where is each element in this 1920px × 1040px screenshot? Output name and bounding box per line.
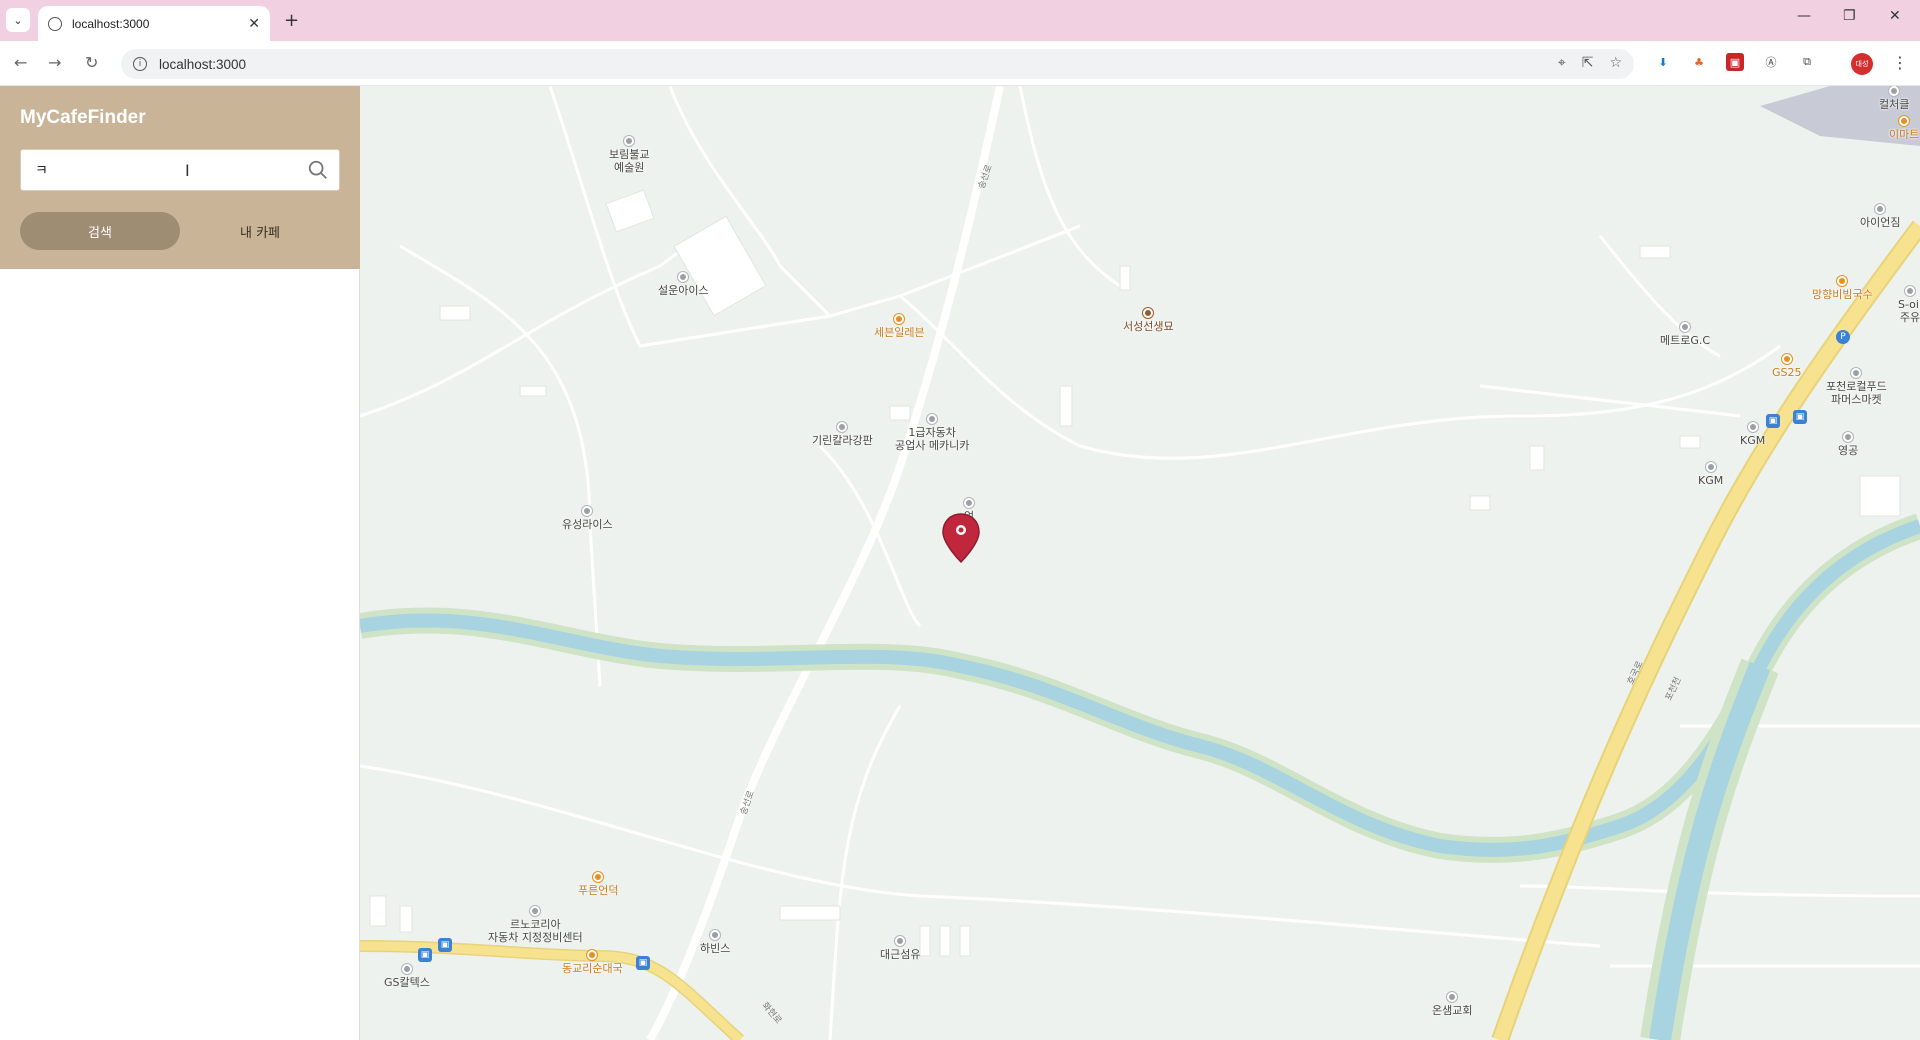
poi-marker[interactable]: GS칼텍스 [384,964,430,989]
poi-marker[interactable]: 세븐일레븐 [874,314,925,339]
poi-marker[interactable]: 동교리순대국 [562,950,623,975]
text-cursor-icon: I [185,161,190,180]
place-icon [1875,204,1886,214]
church-icon [1447,992,1458,1002]
url-text: localhost:3000 [159,56,247,72]
bookmark-star-icon[interactable]: ☆ [1609,55,1622,71]
minimize-button[interactable]: — [1797,8,1811,24]
forward-icon[interactable]: → [48,53,61,72]
menu-kebab-icon[interactable]: ⋮ [1892,53,1908,72]
poi-marker[interactable]: 기린칼라강판 [812,422,873,447]
poi-marker[interactable]: 서성선생묘 [1123,308,1174,333]
place-icon [678,272,689,282]
sidebar-header: MyCafeFinder I 검색 내 카페 [0,86,360,269]
poi-marker[interactable]: KGM [1740,422,1765,447]
poi-marker[interactable]: 푸른언덕 [578,872,618,897]
tab-search-button[interactable]: ⌄ [6,8,30,32]
landmark-icon [1143,308,1154,318]
extension-icon-2[interactable]: ▣ [1726,53,1744,71]
search-field[interactable] [20,149,340,191]
store-icon [587,950,598,960]
poi-marker[interactable]: 1급자동차 공업사 메카니카 [895,414,969,452]
address-bar[interactable]: i localhost:3000 ⌖ ⇱ ☆ [121,49,1634,79]
location-icon[interactable]: ⌖ [1558,55,1566,71]
place-icon [927,414,938,424]
store-icon [1781,354,1792,364]
bus-stop-icon[interactable]: ▣ [636,956,650,970]
bus-stop-icon[interactable]: ▣ [438,938,452,952]
profile-avatar[interactable]: 대성 [1851,53,1873,75]
poi-marker[interactable]: 보림불교 예술원 [609,136,649,174]
download-icon[interactable]: ⬇ [1654,53,1672,71]
place-icon [582,506,593,516]
poi-marker[interactable]: 르노코리아 자동차 지정정비센터 [488,906,583,944]
translate-icon[interactable]: Ⓐ [1762,53,1780,71]
place-icon [1851,368,1862,378]
bus-stop-icon[interactable]: ▣ [1793,410,1807,424]
place-icon [837,422,848,432]
poi-marker[interactable]: 망향비빔국수 [1812,276,1873,301]
tab-close-icon[interactable]: ✕ [248,16,260,32]
place-icon [1889,86,1900,96]
place-icon [624,136,635,146]
poi-marker[interactable]: GS25 [1772,354,1802,379]
sidebar: MyCafeFinder I 검색 내 카페 [0,86,360,1040]
poi-marker[interactable]: 하빈스 [700,930,730,955]
place-icon [1680,322,1691,332]
puzzle-icon[interactable]: ⧉ [1798,53,1816,71]
browser-toolbar: ← → ↻ i localhost:3000 ⌖ ⇱ ☆ ⬇ ♣ ▣ Ⓐ ⧉ ⋮ [0,41,1920,86]
poi-marker[interactable]: 설운아이스 [658,272,709,297]
extension-icon[interactable]: ♣ [1690,53,1708,71]
place-icon [964,498,975,508]
poi-marker[interactable]: 컬처클 [1879,86,1909,111]
place-icon [895,936,906,946]
search-button[interactable]: 검색 [20,212,180,250]
poi-marker[interactable]: 대근섬유 [880,936,920,961]
poi-marker[interactable]: 이마트 [1889,116,1919,141]
car-repair-icon [530,906,541,916]
browser-tab-strip: ⌄ localhost:3000 ✕ + — ❐ ✕ [0,0,1920,41]
poi-marker[interactable]: S-oil 주유 [1898,286,1920,324]
new-tab-button[interactable]: + [284,10,299,31]
place-icon [1843,432,1854,442]
store-icon [894,314,905,324]
bus-stop-icon[interactable]: ▣ [1766,414,1780,428]
poi-marker[interactable]: 아이언짐 [1860,204,1900,229]
poi-marker[interactable]: 포천로컬푸드 파머스마켓 [1826,368,1887,406]
browser-tab[interactable]: localhost:3000 ✕ [38,6,270,41]
store-icon [1837,276,1848,286]
search-icon[interactable] [307,159,329,181]
window-close-button[interactable]: ✕ [1889,8,1901,24]
globe-icon [48,16,62,31]
map-canvas[interactable]: 보림불교 예술원 설운아이스 세븐일레븐 서성선생묘 기린칼라강판 1급자동차 … [360,86,1920,1040]
fuel-icon [1905,286,1915,296]
reload-icon[interactable]: ↻ [85,53,98,72]
place-icon [1705,462,1716,472]
store-icon [1899,116,1910,126]
map-pin-icon[interactable] [940,512,982,564]
open-in-app-icon[interactable]: ⇱ [1582,55,1594,71]
store-icon [593,872,604,882]
site-info-icon[interactable]: i [133,57,147,71]
parking-icon[interactable]: P [1836,330,1850,344]
tab-title: localhost:3000 [72,16,150,31]
poi-marker[interactable]: 유성라이스 [562,506,613,531]
search-input[interactable] [21,150,291,190]
poi-marker[interactable]: 온샘교회 [1432,992,1472,1017]
poi-marker[interactable]: 영공 [1838,432,1858,457]
bus-stop-icon[interactable]: ▣ [418,948,432,962]
poi-marker[interactable]: KGM [1698,462,1723,487]
my-cafe-button[interactable]: 내 카페 [180,212,340,250]
place-icon [1747,422,1758,432]
app-brand: MyCafeFinder [20,107,146,128]
restore-button[interactable]: ❐ [1843,8,1856,24]
place-icon [710,930,721,940]
back-icon[interactable]: ← [14,53,27,72]
fuel-icon [401,964,412,974]
poi-marker[interactable]: 메트로G.C [1660,322,1710,347]
